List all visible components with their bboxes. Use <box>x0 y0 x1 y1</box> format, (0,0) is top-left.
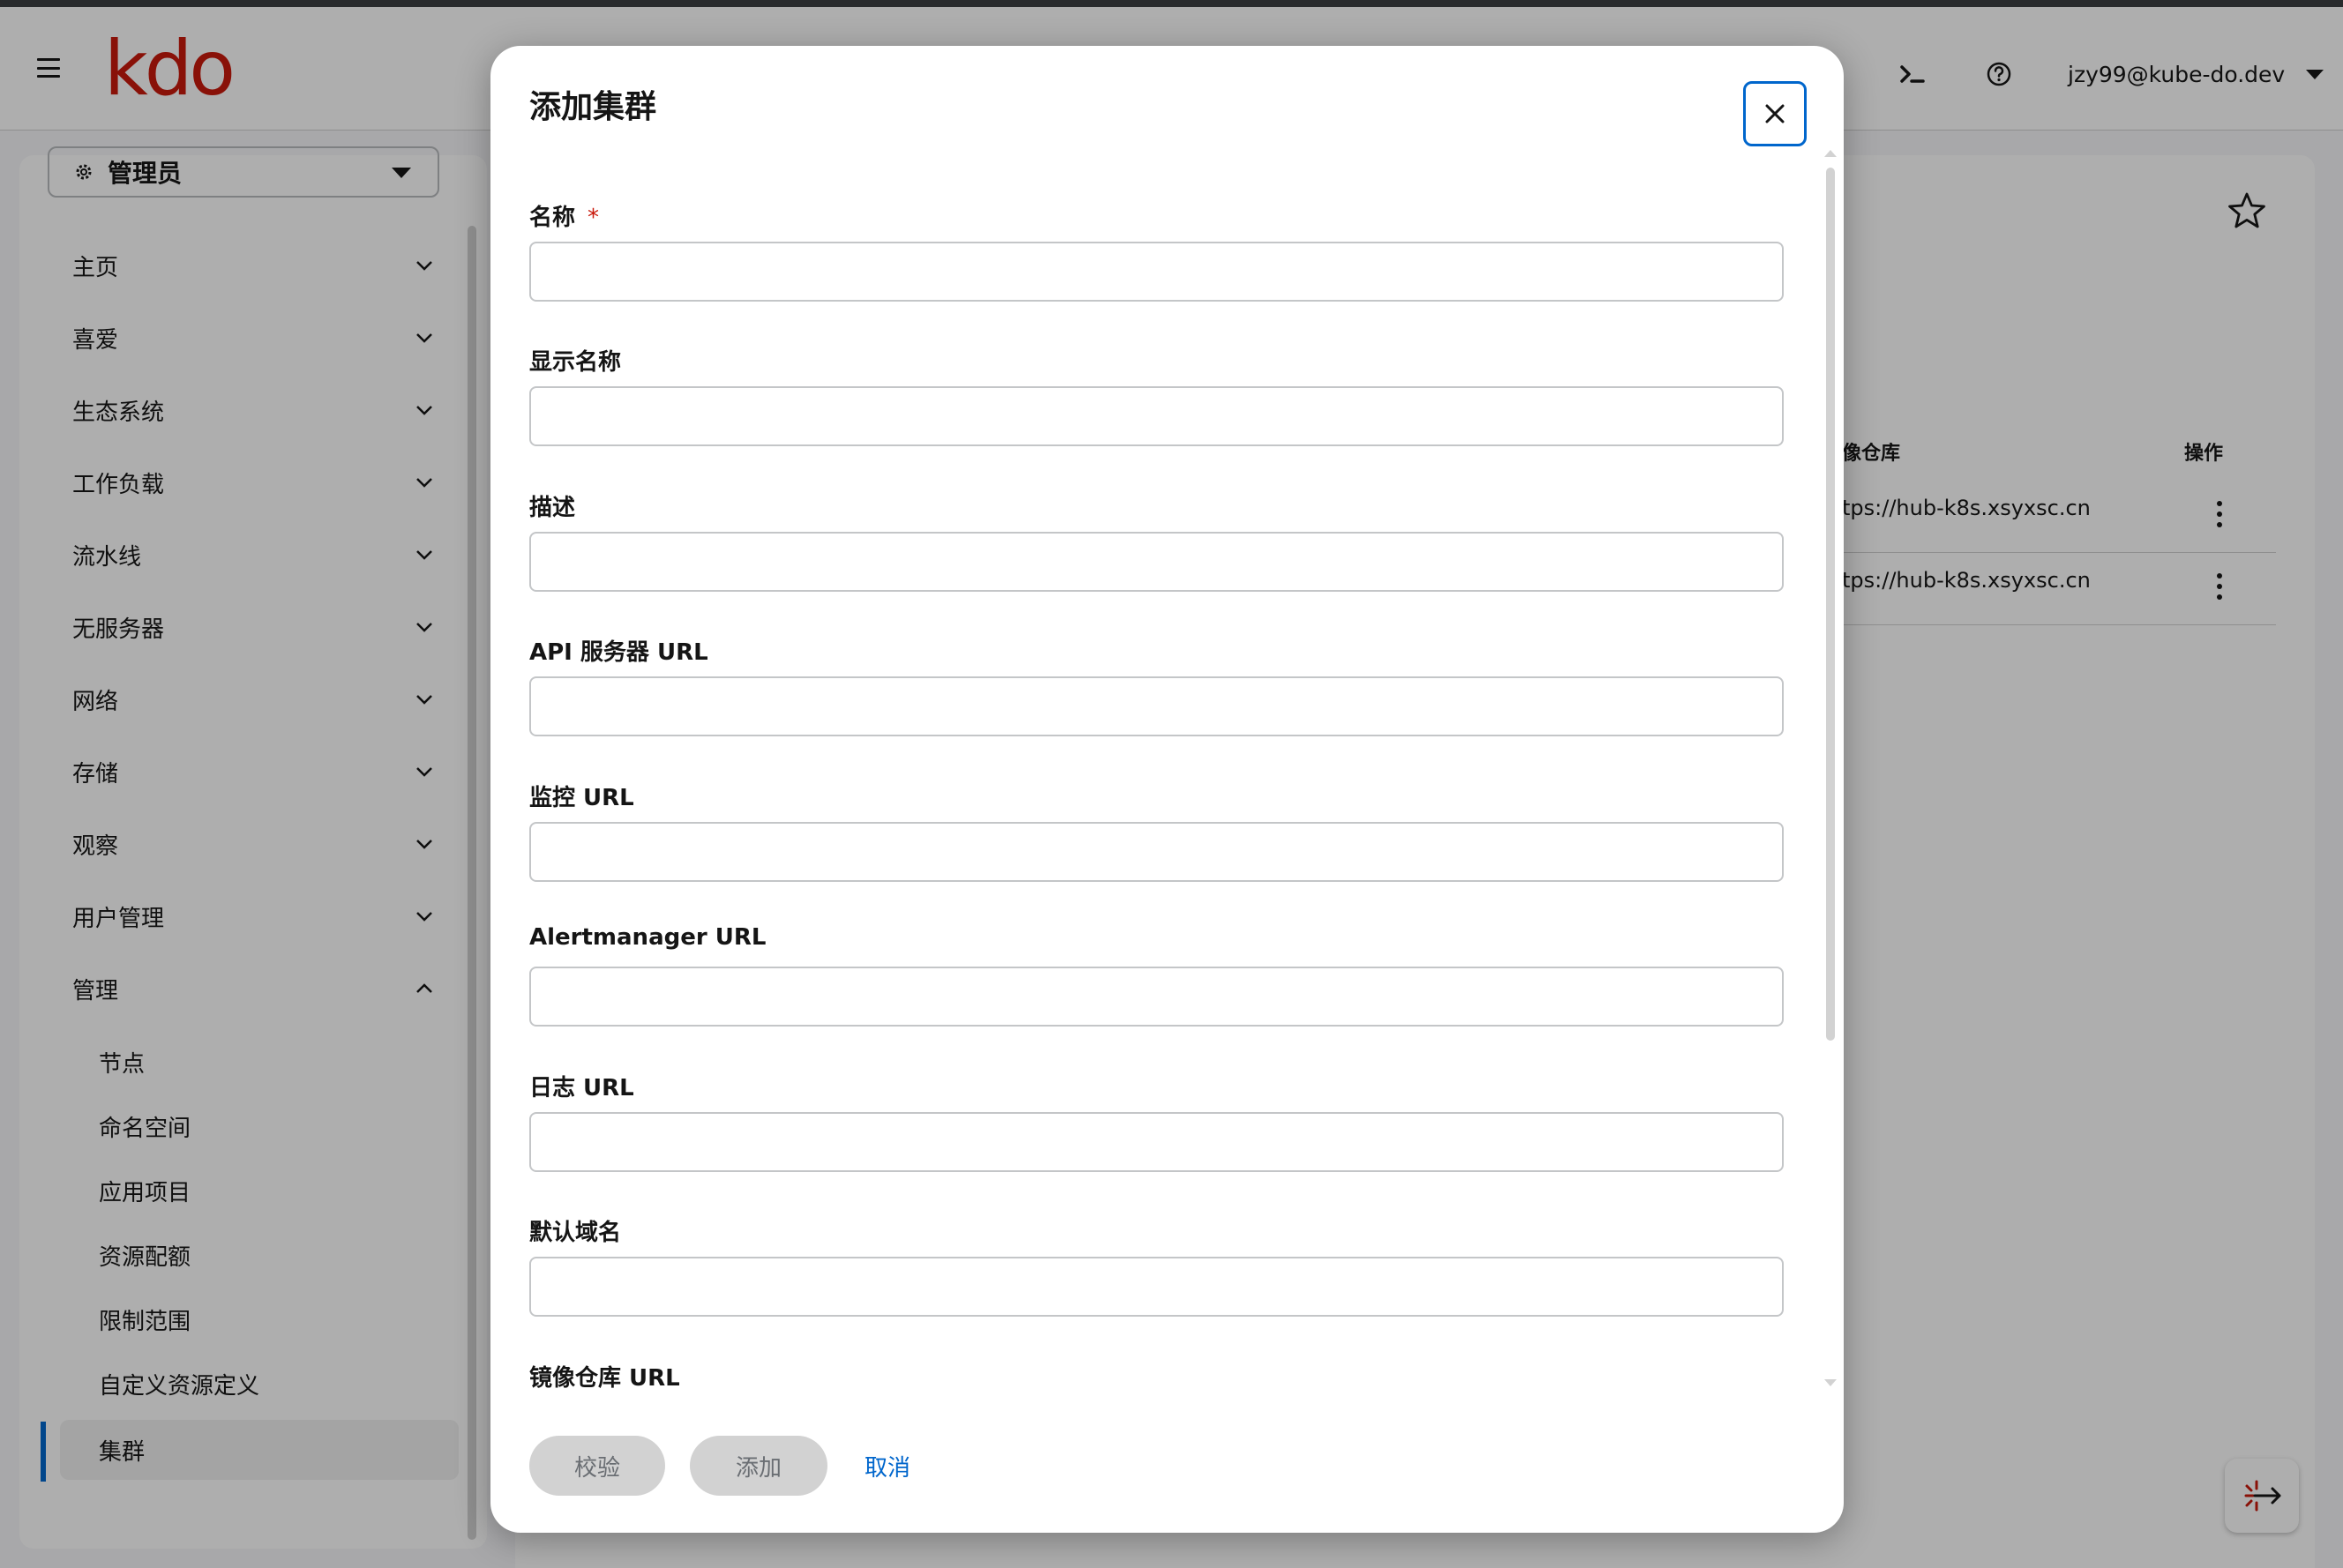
required-marker: * <box>588 205 600 231</box>
scroll-up-icon[interactable] <box>1824 150 1837 157</box>
field-label: 名称 * <box>529 205 600 231</box>
monitoring-url-input[interactable] <box>529 822 1784 882</box>
field-label: 默认域名 <box>529 1220 622 1246</box>
description-input[interactable] <box>529 532 1784 592</box>
verify-button[interactable]: 校验 <box>529 1436 665 1496</box>
default-domain-input[interactable] <box>529 1257 1784 1317</box>
alertmanager-url-input[interactable] <box>529 967 1784 1027</box>
scroll-down-icon[interactable] <box>1824 1379 1837 1386</box>
name-input[interactable] <box>529 242 1784 302</box>
cancel-button[interactable]: 取消 <box>865 1436 910 1496</box>
field-label: 描述 <box>529 495 576 521</box>
display-name-input[interactable] <box>529 386 1784 446</box>
close-button[interactable] <box>1743 81 1807 146</box>
field-label: API 服务器 URL <box>529 639 708 666</box>
close-icon <box>1765 104 1785 123</box>
add-cluster-modal: 添加集群 名称 * 显示名称 描述 API 服务器 URL 监控 URL Aler… <box>490 46 1844 1533</box>
modal-form: 名称 * 显示名称 描述 API 服务器 URL 监控 URL Alertmana… <box>490 150 1844 1393</box>
field-label: 日志 URL <box>529 1075 634 1101</box>
field-label: 显示名称 <box>529 349 622 376</box>
field-label: 镜像仓库 URL <box>529 1365 680 1392</box>
field-label: Alertmanager URL <box>529 924 767 951</box>
api-server-url-input[interactable] <box>529 676 1784 736</box>
logging-url-input[interactable] <box>529 1112 1784 1172</box>
modal-scrollbar[interactable] <box>1826 168 1835 1041</box>
field-label: 监控 URL <box>529 785 634 811</box>
modal-title: 添加集群 <box>529 89 657 125</box>
add-button[interactable]: 添加 <box>690 1436 827 1496</box>
